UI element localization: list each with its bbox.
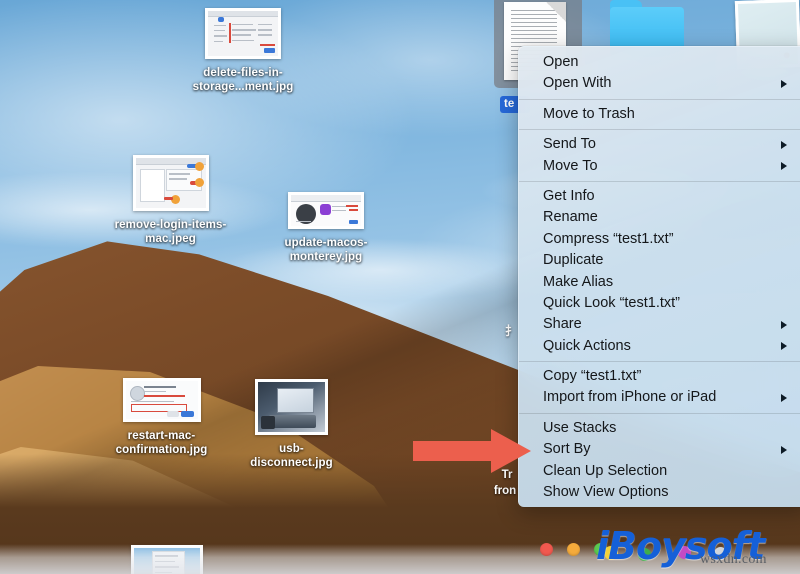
yellow-dot[interactable] — [567, 543, 580, 556]
desktop-icon-label: usb-disconnect.jpg — [250, 443, 333, 469]
mini-screenshot — [125, 381, 198, 419]
menu-item-rename[interactable]: Rename — [519, 207, 800, 228]
desktop-icon-remove-login-items[interactable]: remove-login-items-mac.jpeg — [113, 155, 228, 246]
mini-screenshot — [291, 195, 361, 226]
desktop-icon-label: remove-login-items-mac.jpeg — [114, 219, 227, 245]
mini-screenshot — [208, 11, 278, 56]
submenu-chevron-icon — [781, 80, 787, 89]
red-dot[interactable] — [540, 543, 553, 556]
watermark-site: wsxdn.com — [700, 552, 767, 567]
thumbnail — [255, 379, 328, 435]
menu-item-copy-test1txt[interactable]: Copy “test1.txt” — [519, 366, 800, 387]
menu-separator — [519, 412, 800, 414]
menu-item-show-view-options[interactable]: Show View Options — [519, 482, 800, 503]
menu-item-use-stacks[interactable]: Use Stacks — [519, 418, 800, 439]
phone-object — [260, 416, 276, 429]
page-fold-corner — [546, 2, 566, 22]
menu-item-send-to[interactable]: Send To — [519, 134, 800, 155]
menu-item-quick-actions[interactable]: Quick Actions — [519, 336, 800, 357]
desktop-icon-usb-disconnect[interactable]: usb-disconnect.jpg — [243, 379, 340, 470]
menu-item-import-from-iphone-or-ipad[interactable]: Import from iPhone or iPad — [519, 387, 800, 408]
thumbnail — [288, 192, 364, 229]
menu-item-open[interactable]: Open — [519, 52, 800, 73]
submenu-chevron-icon — [781, 342, 787, 351]
submenu-chevron-icon — [781, 162, 787, 171]
thumbnail — [122, 378, 201, 422]
menu-item-clean-up-selection[interactable]: Clean Up Selection — [519, 461, 800, 482]
menu-separator — [519, 98, 800, 100]
thumbnail — [132, 155, 209, 211]
menu-item-move-to[interactable]: Move To — [519, 156, 800, 177]
mini-screenshot — [135, 158, 206, 208]
desktop-icon-label: update-macos-monterey.jpg — [284, 237, 368, 263]
menu-item-move-to-trash[interactable]: Move to Trash — [519, 104, 800, 125]
menu-item-duplicate[interactable]: Duplicate — [519, 250, 800, 271]
context-menu[interactable]: Open Open With Move to Trash Send To Move To… — [518, 46, 800, 508]
menu-item-compress-test1txt[interactable]: Compress “test1.txt” — [519, 229, 800, 250]
submenu-chevron-icon — [781, 445, 787, 454]
menu-item-open-with[interactable]: Open With — [519, 73, 800, 94]
annotation-arrow — [413, 429, 531, 473]
mini-photo — [258, 382, 325, 432]
thumbnail — [205, 8, 281, 59]
menu-item-quick-look-test1txt[interactable]: Quick Look “test1.txt” — [519, 293, 800, 314]
partial-cjk-label: 扌 — [505, 324, 518, 338]
partial-label-line2: fron — [493, 485, 517, 497]
submenu-chevron-icon — [781, 394, 787, 403]
menu-separator — [519, 129, 800, 131]
desktop-icon-update-macos[interactable]: update-macos-monterey.jpg — [270, 192, 382, 264]
desktop-icon-delete-files[interactable]: delete-files-in-storage...ment.jpg — [181, 8, 305, 94]
menu-separator — [519, 361, 800, 363]
menu-item-make-alias[interactable]: Make Alias — [519, 272, 800, 293]
desktop-icon-label: delete-files-in-storage...ment.jpg — [192, 67, 294, 93]
desktop-screen: te delete-files-in-storage...ment.jpg re… — [0, 0, 800, 574]
desktop-icon-label: restart-mac-confirmation.jpg — [115, 430, 208, 456]
menu-item-get-info[interactable]: Get Info — [519, 186, 800, 207]
submenu-chevron-icon — [781, 140, 787, 149]
laptop-screen — [276, 388, 314, 413]
menu-item-share[interactable]: Share — [519, 314, 800, 335]
menu-separator — [519, 180, 800, 182]
menu-item-sort-by[interactable]: Sort By — [519, 439, 800, 460]
desktop-icon-restart-mac-confirmation[interactable]: restart-mac-confirmation.jpg — [104, 378, 219, 457]
submenu-chevron-icon — [781, 320, 787, 329]
laptop-keyboard — [268, 415, 316, 428]
